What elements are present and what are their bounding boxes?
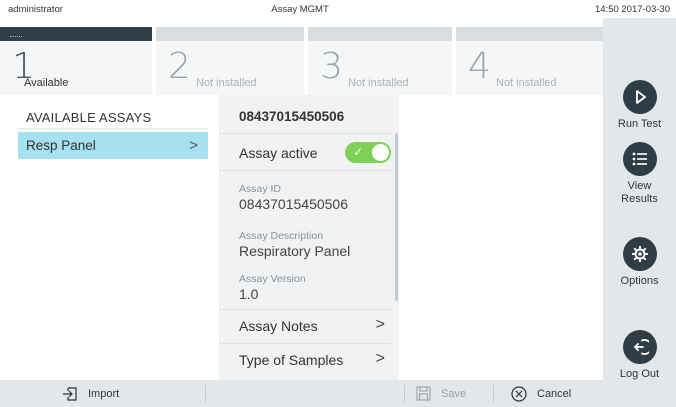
assay-notes-label: Assay Notes	[239, 318, 318, 334]
divider	[493, 385, 494, 402]
assay-version-field: Assay Version 1.0	[239, 273, 306, 302]
module-label: Not installed	[196, 77, 257, 89]
import-icon	[63, 386, 77, 401]
view-results-line-2: Results	[621, 193, 658, 205]
save-label: Save	[441, 387, 467, 400]
assay-active-label: Assay active	[239, 145, 318, 161]
module-status-strip	[156, 27, 304, 41]
status-bar: administrator Assay MGMT 14:50 2017-03-3…	[0, 0, 676, 18]
module-label: Not installed	[348, 77, 409, 89]
assay-description-label: Assay Description	[239, 230, 324, 242]
chevron-right-icon: >	[375, 350, 385, 367]
toggle-knob	[372, 144, 389, 161]
module-tab-4[interactable]: 4 Not installed	[456, 27, 603, 95]
module-status-strip	[0, 27, 152, 41]
view-results-button[interactable]: View Results	[603, 142, 676, 206]
chevron-right-icon: >	[189, 137, 198, 154]
main-sidebar: Run Test View Results Options Log Out	[603, 18, 676, 407]
cancel-button[interactable]: Cancel	[511, 380, 571, 407]
module-tab-3[interactable]: 3 Not installed	[308, 27, 456, 95]
check-icon: ✓	[353, 145, 364, 159]
module-label: Available	[24, 77, 69, 89]
view-results-line-1: View	[627, 180, 652, 192]
module-label: Not installed	[496, 77, 557, 89]
screen-title: Assay MGMT	[271, 4, 329, 15]
view-results-label: View Results	[603, 180, 676, 206]
run-test-label: Run Test	[617, 118, 662, 130]
cancel-label: Cancel	[537, 387, 572, 400]
available-assays-header: AVAILABLE ASSAYS	[18, 107, 208, 129]
assay-active-row: Assay active ✓	[219, 133, 391, 171]
datetime: 14:50 2017-03-30	[594, 4, 670, 15]
run-test-button[interactable]: Run Test	[603, 80, 676, 131]
list-item-label: Resp Panel	[26, 138, 96, 153]
bottom-action-bar: Import Save Cancel	[0, 380, 603, 407]
gear-icon	[622, 237, 657, 271]
assay-version-label: Assay Version	[239, 273, 306, 285]
module-tab-1[interactable]: 1 Available	[0, 27, 156, 95]
assay-code-heading: 08437015450506	[239, 109, 345, 124]
assay-description-field: Assay Description Respiratory Panel	[239, 230, 350, 259]
type-of-samples-label: Type of Samples	[239, 352, 344, 368]
log-out-label: Log Out	[619, 368, 660, 380]
module-tab-2[interactable]: 2 Not installed	[156, 27, 308, 95]
divider	[205, 385, 206, 402]
options-button[interactable]: Options	[603, 237, 676, 288]
import-label: Import	[88, 387, 120, 400]
module-number: 2	[168, 46, 191, 87]
main-content: AVAILABLE ASSAYS Resp Panel > 0843701545…	[0, 95, 603, 380]
assay-detail-panel: 08437015450506 Assay active ✓ Assay ID 0…	[219, 95, 399, 380]
options-label: Options	[620, 275, 659, 287]
logout-icon	[622, 330, 657, 364]
available-assays-panel: AVAILABLE ASSAYS Resp Panel >	[18, 107, 208, 159]
log-out-button[interactable]: Log Out	[603, 330, 676, 381]
assay-id-label: Assay ID	[239, 183, 282, 195]
assay-id-value: 08437015450506	[239, 196, 349, 212]
detail-scrollbar[interactable]	[395, 133, 398, 301]
save-icon	[416, 386, 431, 401]
cancel-icon	[511, 385, 527, 402]
divider	[404, 385, 405, 402]
list-icon	[622, 142, 657, 176]
import-button[interactable]: Import	[62, 380, 119, 407]
save-button[interactable]: Save	[416, 380, 466, 407]
assay-id-field: Assay ID 08437015450506	[239, 183, 348, 212]
module-status-strip	[456, 27, 603, 41]
assay-notes-row[interactable]: Assay Notes >	[219, 309, 391, 341]
play-icon	[622, 80, 657, 114]
assay-version-value: 1.0	[239, 286, 259, 302]
type-of-samples-row[interactable]: Type of Samples >	[219, 343, 391, 375]
module-status-strip	[308, 27, 452, 41]
module-number: 4	[468, 46, 491, 87]
module-number: 3	[320, 46, 343, 87]
assay-description-value: Respiratory Panel	[239, 243, 351, 259]
assay-active-toggle[interactable]: ✓	[345, 142, 391, 163]
list-item-resp-panel[interactable]: Resp Panel >	[18, 132, 208, 159]
chevron-right-icon: >	[375, 316, 385, 333]
